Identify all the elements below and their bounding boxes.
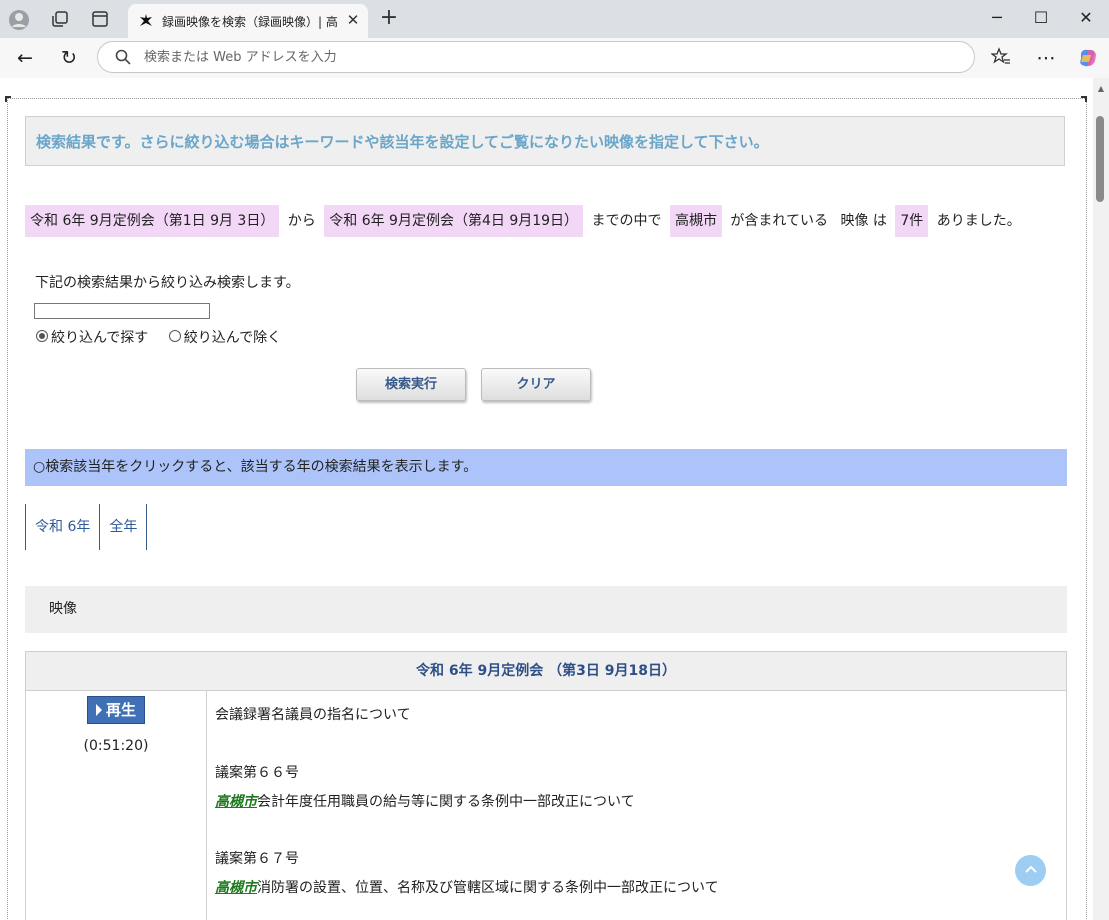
year-link-all[interactable]: 全年 [99,504,148,550]
year-link-reiwa6[interactable]: 令和 6年 [25,504,99,550]
refine-label: 下記の検索結果から絞り込み検索します。 [35,275,300,291]
scrollbar[interactable]: ▲ [1093,78,1109,920]
copilot-icon[interactable] [1077,47,1099,69]
summary-from-session: 令和 6年 9月定例会（第1日 9月 3日） [25,205,280,237]
play-icon [95,704,102,716]
back-icon[interactable]: ← [14,47,36,69]
address-input[interactable] [144,47,844,67]
minimize-icon[interactable]: ─ [985,8,1009,28]
refine-keyword-input[interactable] [34,303,210,319]
radio-include[interactable] [36,330,48,342]
summary-text: が含まれている [730,213,828,229]
summary-text: 映像 は [840,213,887,229]
year-note: ○検索該当年をクリックすると、該当する年の検索結果を表示します。 [25,449,1067,486]
tab-bar: 録画映像を検索（録画映像）| 高槻 ✕ + ─ ☐ ✕ [0,0,1109,38]
search-result-notice: 検索結果です。さらに絞り込む場合はキーワードや該当年を設定してご覧になりたい映像… [25,116,1065,166]
agenda-item-3-desc: 高槻市消防署の設置、位置、名称及び管轄区域に関する条例中一部改正について [215,877,719,897]
radio-exclude[interactable] [168,330,181,342]
summary-text: までの中で [591,213,662,229]
search-button[interactable]: 検索実行 [356,368,466,401]
play-label: 再生 [105,701,136,719]
site-favicon-icon [138,13,154,29]
agenda-item-2-desc: 高槻市会計年度任用職員の給与等に関する条例中一部改正について [215,791,635,811]
tab-title: 録画映像を検索（録画映像）| 高槻 [162,15,338,29]
search-summary: 令和 6年 9月定例会（第1日 9月 3日） から 令和 6年 9月定例会（第4… [25,205,1025,237]
frame-corner [5,96,11,102]
more-options-icon[interactable]: ⋯ [1035,47,1057,69]
refine-mode-group: 絞り込んで探す 絞り込んで除く [36,328,297,348]
chevron-up-icon [1024,865,1037,873]
tab-active[interactable]: 録画映像を検索（録画映像）| 高槻 ✕ [128,4,368,38]
new-tab-button[interactable]: + [378,7,400,30]
summary-text: から [287,213,316,229]
frame-corner [1081,96,1087,102]
address-bar[interactable] [97,41,975,73]
scroll-to-top-button[interactable] [1015,855,1046,886]
summary-keyword: 高槻市 [669,205,722,237]
clear-button[interactable]: クリア [481,368,591,401]
workspaces-icon[interactable] [50,9,70,29]
maximize-icon[interactable]: ☐ [1029,8,1053,28]
agenda-item-2-text: 会計年度任用職員の給与等に関する条例中一部改正について [257,794,635,810]
toolbar: ← ↻ ⋯ [0,38,1109,78]
play-button[interactable]: 再生 [87,696,145,724]
summary-text: ありました。 [936,213,1021,229]
session-title: 令和 6年 9月定例会 （第3日 9月18日） [26,652,1066,691]
window-close-icon[interactable]: ✕ [1074,8,1098,28]
city-link[interactable]: 高槻市 [215,794,257,810]
city-link[interactable]: 高槻市 [215,880,257,896]
playback-cell: 再生 (0:51:20) [26,691,207,920]
year-links: 令和 6年 全年 [25,504,148,550]
close-tab-icon[interactable]: ✕ [345,12,361,28]
search-icon [114,48,132,66]
duration: (0:51:20) [83,738,149,754]
profile-icon[interactable] [8,9,29,30]
scroll-thumb[interactable] [1096,116,1104,202]
refresh-icon[interactable]: ↻ [58,47,80,69]
tab-actions-icon[interactable] [90,9,110,29]
summary-count: 7件 [895,205,929,237]
scroll-up-arrow-icon[interactable]: ▲ [1096,84,1106,94]
favorites-icon[interactable] [990,47,1012,69]
agenda-item-3-text: 消防署の設置、位置、名称及び管轄区域に関する条例中一部改正について [257,880,719,896]
video-section-header: 映像 [25,586,1067,633]
radio-exclude-label[interactable]: 絞り込んで除く [184,330,281,346]
summary-to-session: 令和 6年 9月定例会（第4日 9月19日） [324,205,584,237]
radio-include-label[interactable]: 絞り込んで探す [51,330,148,346]
